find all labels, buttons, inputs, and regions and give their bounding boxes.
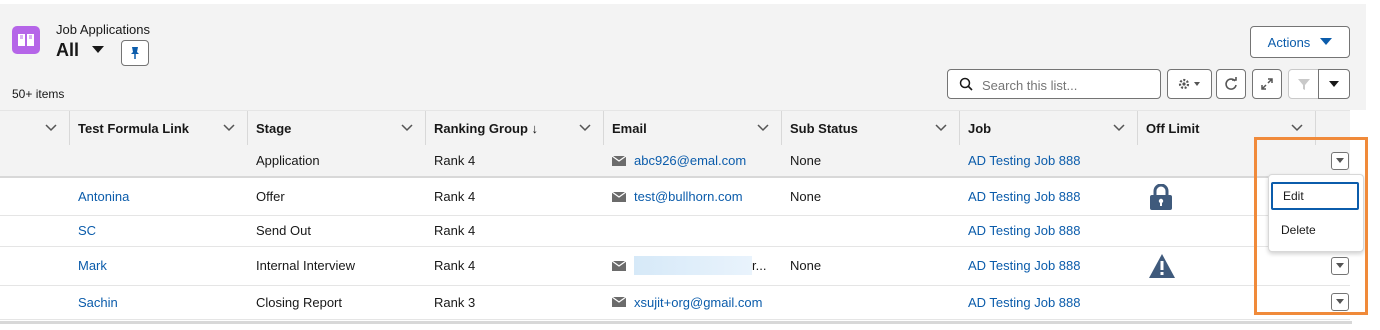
sub-status-cell: None [790, 153, 822, 168]
email-link[interactable]: r... [752, 258, 766, 273]
email-icon [612, 155, 626, 166]
email-cell: abc926@emal.com [612, 145, 746, 176]
table-row[interactable]: SC Send Out Rank 4 AD Testing Job 888 [0, 215, 1350, 247]
refresh-button[interactable] [1216, 69, 1246, 99]
column-header-stage[interactable]: Stage [248, 111, 426, 145]
gear-icon [1178, 78, 1200, 90]
table-header: Test Formula Link Stage Ranking Group ↓ … [0, 110, 1350, 146]
email-cell: test@bullhorn.com [612, 178, 743, 215]
sub-status-cell: None [790, 258, 822, 273]
table-row[interactable]: Antonina Offer Rank 4 test@bullhorn.com … [0, 178, 1350, 216]
lock-icon [1150, 183, 1172, 210]
chevron-down-icon[interactable] [401, 121, 413, 133]
table-bottom-scrollbar[interactable] [0, 321, 1352, 324]
redacted-email [634, 256, 752, 275]
ranking-group-cell: Rank 3 [434, 294, 476, 310]
list-view: Job Applications All 50+ items Actions S… [0, 0, 1368, 330]
ranking-group-cell: Rank 4 [434, 153, 476, 168]
filter-button[interactable] [1288, 69, 1320, 99]
email-link[interactable]: xsujit+org@gmail.com [634, 295, 762, 310]
highlight-annotation [1254, 137, 1368, 315]
filter-menu-button[interactable] [1318, 69, 1350, 99]
pin-icon [131, 47, 139, 59]
search-list-box[interactable] [947, 69, 1161, 99]
email-icon [612, 191, 626, 202]
ranking-group-cell: Rank 4 [434, 258, 476, 273]
test-formula-link[interactable]: Mark [78, 246, 107, 285]
filter-icon [1298, 79, 1310, 90]
email-cell: xsujit+org@gmail.com [612, 285, 762, 319]
chevron-down-icon[interactable] [1291, 121, 1303, 133]
expand-icon [1261, 78, 1273, 90]
off-limit-cell [1149, 178, 1173, 215]
expand-button[interactable] [1252, 69, 1282, 99]
email-link[interactable]: test@bullhorn.com [634, 189, 743, 204]
email-icon [612, 260, 626, 271]
chevron-down-icon [1320, 38, 1333, 45]
list-header: Job Applications All 50+ items Actions [0, 4, 1366, 110]
warning-icon [1149, 253, 1175, 278]
column-header-test-formula-link[interactable]: Test Formula Link [70, 111, 248, 145]
chevron-down-icon[interactable] [935, 121, 947, 133]
chevron-down-icon[interactable] [223, 121, 235, 133]
email-cell: r... [612, 246, 766, 285]
actions-button-label: Actions [1267, 34, 1311, 50]
refresh-icon [1225, 77, 1237, 90]
search-input[interactable] [980, 74, 1154, 96]
test-formula-link[interactable]: SC [78, 215, 96, 246]
email-icon [612, 297, 626, 307]
column-header-ranking-group[interactable]: Ranking Group ↓ [426, 111, 604, 145]
job-link[interactable]: AD Testing Job 888 [968, 246, 1081, 285]
ranking-group-cell: Rank 4 [434, 223, 476, 238]
chevron-down-icon[interactable] [579, 121, 591, 133]
stage-cell: Send Out [256, 223, 311, 238]
stage-cell: Offer [256, 189, 285, 204]
job-applications-object-icon [12, 26, 40, 54]
job-link[interactable]: AD Testing Job 888 [968, 215, 1081, 246]
chevron-down-icon[interactable] [757, 121, 769, 133]
job-link[interactable]: AD Testing Job 888 [968, 285, 1081, 319]
column-header-email[interactable]: Email [604, 111, 782, 145]
job-link[interactable]: AD Testing Job 888 [968, 178, 1081, 215]
column-header-job[interactable]: Job [960, 111, 1138, 145]
list-view-name[interactable]: All [56, 40, 79, 61]
test-formula-link[interactable]: Antonina [78, 178, 129, 215]
ranking-group-cell: Rank 4 [434, 189, 476, 204]
test-formula-link[interactable]: Sachin [78, 285, 118, 319]
off-limit-cell [1148, 246, 1176, 285]
sub-status-cell: None [790, 189, 822, 204]
pin-list-button[interactable] [121, 40, 149, 66]
items-count: 50+ items [12, 87, 65, 101]
book-icon [18, 34, 34, 46]
chevron-down-icon[interactable] [1113, 121, 1125, 133]
list-settings-button[interactable] [1167, 69, 1212, 99]
stage-cell: Closing Report [256, 294, 342, 310]
table-row[interactable]: Mark Internal Interview Rank 4 r... None… [0, 246, 1350, 286]
actions-button[interactable]: Actions [1250, 26, 1350, 58]
table-row[interactable]: Application Rank 4 abc926@emal.com None … [0, 145, 1350, 178]
search-icon [959, 77, 973, 91]
list-view-selector-caret-icon[interactable] [92, 46, 104, 53]
object-title: Job Applications [56, 22, 150, 37]
stage-cell: Application [256, 153, 320, 168]
email-link[interactable]: abc926@emal.com [634, 153, 746, 168]
column-header-row-actions[interactable] [0, 111, 70, 145]
stage-cell: Internal Interview [256, 258, 355, 273]
chevron-down-icon[interactable] [45, 121, 57, 133]
chevron-down-icon [1329, 81, 1339, 87]
column-header-sub-status[interactable]: Sub Status [782, 111, 960, 145]
table-row[interactable]: Sachin Closing Report Rank 3 xsujit+org@… [0, 285, 1350, 320]
job-link[interactable]: AD Testing Job 888 [968, 145, 1081, 176]
